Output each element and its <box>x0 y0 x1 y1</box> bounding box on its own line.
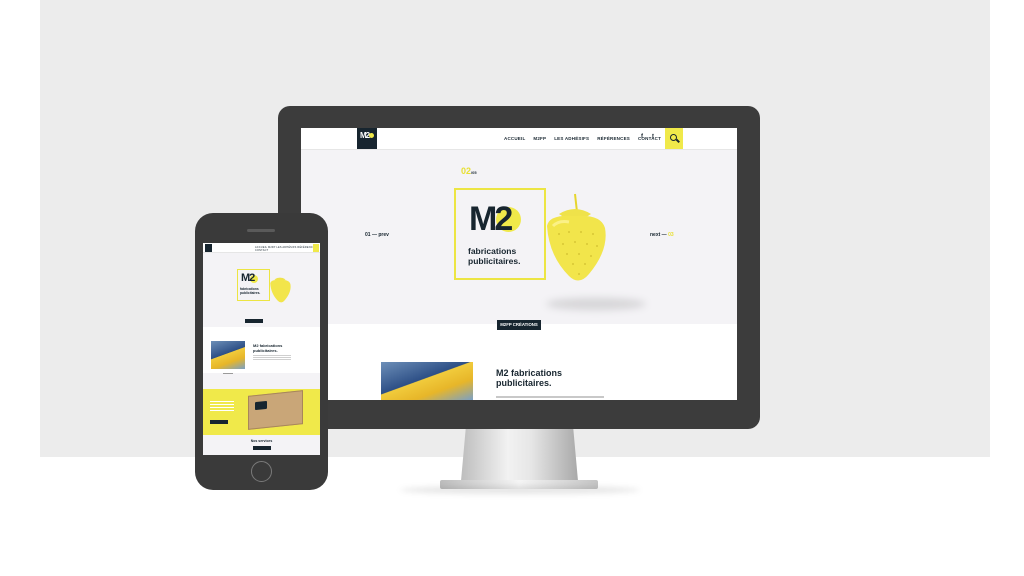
mobile-website: ACCUEIL M2FP LES ADHÉSIFS RÉFÉRENCES CON… <box>203 243 320 455</box>
mobile-creations-button[interactable] <box>245 319 263 323</box>
desktop-website: M2 ACCUEIL M2FP LES ADHÉSIFS RÉFÉRENCES … <box>301 128 737 400</box>
phone-speaker <box>247 229 275 232</box>
mobile-logo[interactable] <box>205 244 212 252</box>
strawberry-image <box>547 193 606 281</box>
menu-item-m2fp[interactable]: M2FP <box>533 136 546 141</box>
section-photo <box>381 362 473 400</box>
content-section <box>301 324 737 400</box>
imac-display: M2 ACCUEIL M2FP LES ADHÉSIFS RÉFÉRENCES … <box>278 106 760 429</box>
section-title: M2 fabrications publicitaires. <box>496 368 563 388</box>
mobile-section-title: M2 fabrications publicitaires. <box>253 343 283 353</box>
menu-item-accueil[interactable]: ACCUEIL <box>504 136 525 141</box>
phone-device: ACCUEIL M2FP LES ADHÉSIFS RÉFÉRENCES CON… <box>195 213 328 490</box>
search-icon[interactable] <box>665 128 683 149</box>
mobile-strawberry-image <box>270 277 291 303</box>
section-text <box>496 396 604 398</box>
imac-shadow <box>400 486 640 494</box>
slide-counter: 02/05 <box>461 166 477 176</box>
mobile-hero-logo: M2 <box>241 272 255 284</box>
mobile-menu[interactable]: ACCUEIL M2FP LES ADHÉSIFS RÉFÉRENCES CON… <box>255 246 320 252</box>
main-menu: ACCUEIL M2FP LES ADHÉSIFS RÉFÉRENCES CON… <box>504 136 661 141</box>
prev-slide-button[interactable]: 01 — prev <box>365 232 389 238</box>
mobile-section-text <box>253 355 291 361</box>
twitter-icon[interactable]: t <box>652 134 654 140</box>
mobile-hero-frame: M2 fabrications publicitaires. <box>237 269 270 301</box>
mobile-hero-tagline: fabrications publicitaires. <box>240 287 261 295</box>
strawberry-shadow <box>546 298 646 310</box>
mockup-stage: M2 ACCUEIL M2FP LES ADHÉSIFS RÉFÉRENCES … <box>0 0 1024 576</box>
creations-button[interactable]: M2FP CRÉATIONS <box>497 320 541 330</box>
imac-stand <box>461 429 578 481</box>
next-slide-button[interactable]: next — 03 <box>650 232 674 238</box>
hero-logo-frame: M2 fabrications publicitaires. <box>454 188 546 280</box>
facebook-icon[interactable]: f <box>641 134 643 140</box>
mobile-yellow-text <box>210 401 234 411</box>
mobile-section-photo <box>211 341 245 369</box>
menu-item-adhesifs[interactable]: LES ADHÉSIFS <box>554 136 589 141</box>
mobile-box-image <box>248 390 303 430</box>
hero-tagline: fabrications publicitaires. <box>468 246 521 266</box>
mobile-navbar: ACCUEIL M2FP LES ADHÉSIFS RÉFÉRENCES CON… <box>203 243 320 253</box>
phone-home-button <box>251 461 272 482</box>
desktop-navbar: M2 ACCUEIL M2FP LES ADHÉSIFS RÉFÉRENCES … <box>301 128 737 150</box>
hero-logo-text: M2 <box>469 200 513 238</box>
mobile-services-title: Nos services <box>250 439 273 443</box>
mobile-services-button[interactable] <box>253 446 271 450</box>
site-logo[interactable]: M2 <box>357 128 377 149</box>
mobile-search-icon[interactable] <box>313 244 319 252</box>
menu-item-references[interactable]: RÉFÉRENCES <box>597 136 630 141</box>
mobile-carousel-dots[interactable] <box>223 373 233 374</box>
mobile-yellow-button[interactable] <box>210 420 228 424</box>
